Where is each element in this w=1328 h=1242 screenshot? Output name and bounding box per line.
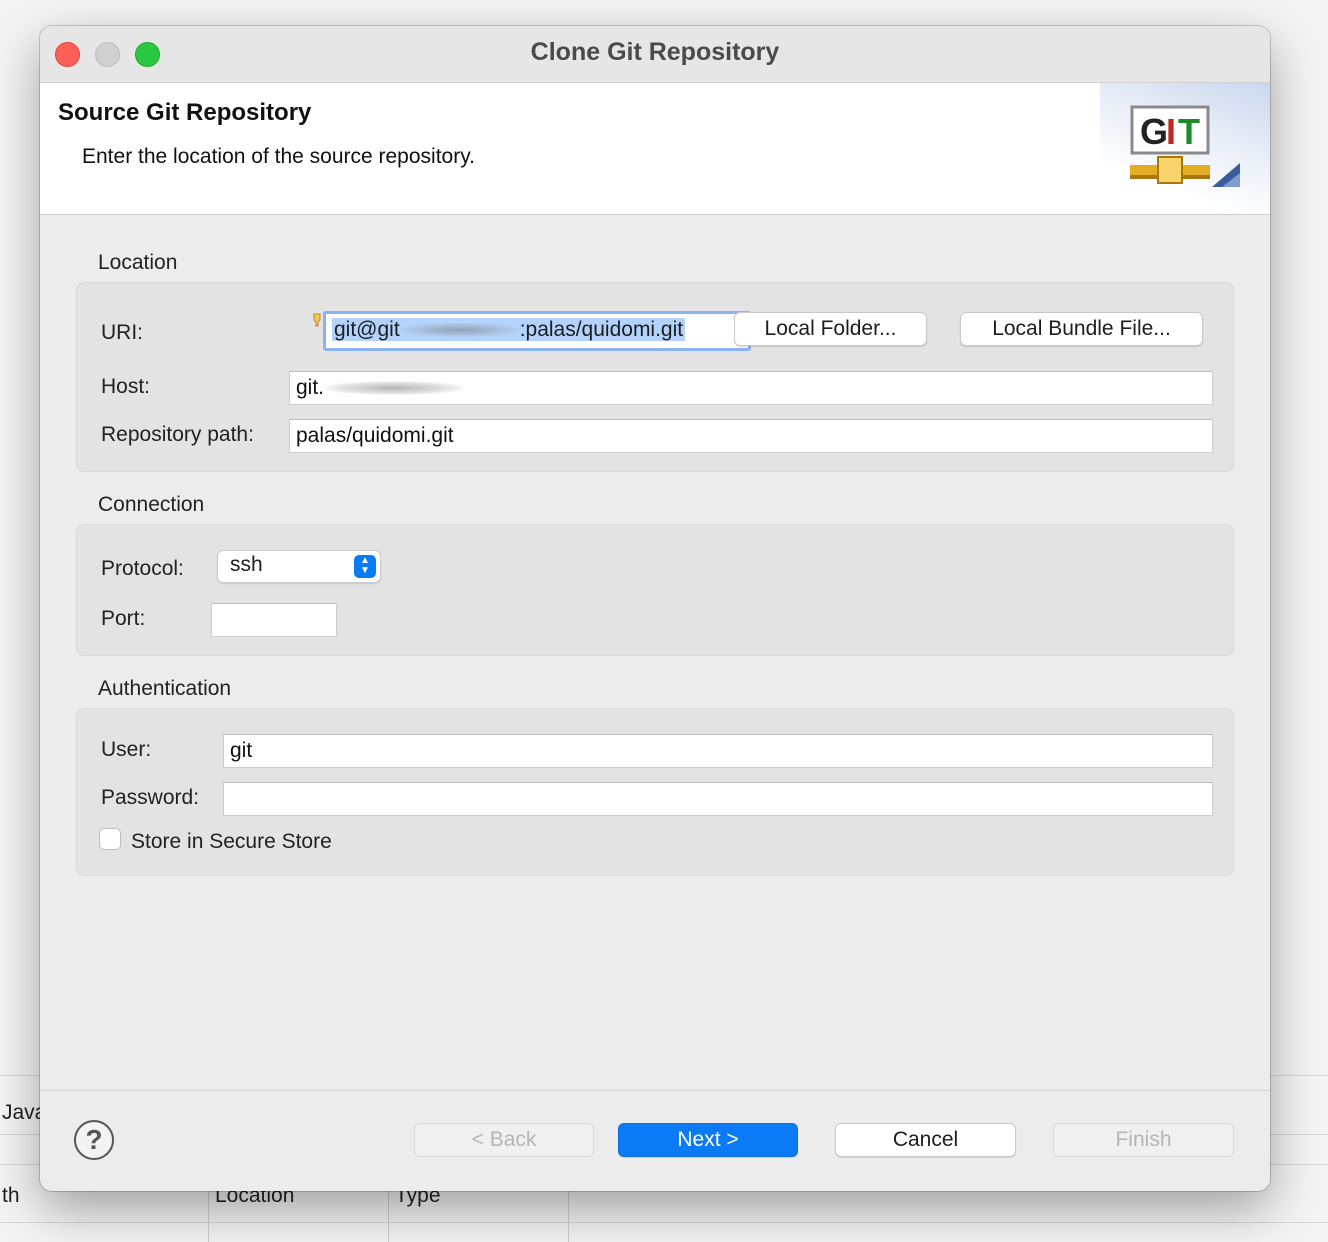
- authentication-group-label: Authentication: [98, 677, 232, 700]
- uri-value-prefix: git@git: [334, 318, 400, 341]
- location-group: URI: git@git :palas/quidomi.git Local Fol…: [76, 282, 1234, 472]
- repository-path-input[interactable]: palas/quidomi.git: [289, 419, 1213, 453]
- chevron-up-down-icon: ▲ ▼: [354, 555, 376, 578]
- uri-input[interactable]: git@git :palas/quidomi.git: [323, 311, 751, 351]
- uri-selected-text: git@git :palas/quidomi.git: [332, 318, 686, 341]
- local-bundle-file-button[interactable]: Local Bundle File...: [960, 312, 1203, 346]
- bg-divider: [0, 1222, 1328, 1223]
- redacted-blur: [399, 323, 520, 338]
- finish-button[interactable]: Finish: [1053, 1123, 1234, 1157]
- port-label: Port:: [101, 607, 146, 630]
- connection-group-label: Connection: [98, 493, 205, 516]
- banner-title: Source Git Repository: [58, 99, 312, 126]
- protocol-label: Protocol:: [101, 557, 184, 580]
- next-button[interactable]: Next >: [618, 1123, 798, 1157]
- host-label: Host:: [101, 375, 151, 398]
- local-folder-button[interactable]: Local Folder...: [734, 312, 927, 346]
- password-input[interactable]: [223, 782, 1213, 816]
- content-assist-icon: [313, 313, 321, 327]
- cancel-button[interactable]: Cancel: [835, 1123, 1016, 1157]
- bg-column-path[interactable]: th: [2, 1184, 20, 1208]
- repository-path-label: Repository path:: [101, 423, 254, 446]
- help-icon[interactable]: ?: [74, 1120, 114, 1160]
- back-button[interactable]: < Back: [414, 1123, 594, 1157]
- svg-text:G: G: [1140, 111, 1168, 152]
- banner-description: Enter the location of the source reposit…: [82, 145, 475, 168]
- host-value: git.: [296, 376, 325, 399]
- protocol-value: ssh: [230, 553, 263, 576]
- title-bar[interactable]: Clone Git Repository: [40, 26, 1270, 83]
- authentication-group: User: git Password: Store in Secure Stor…: [76, 708, 1234, 876]
- port-input[interactable]: [211, 603, 337, 637]
- svg-text:I: I: [1166, 111, 1176, 152]
- user-input[interactable]: git: [223, 734, 1213, 768]
- clone-git-dialog: Clone Git Repository Source Git Reposito…: [40, 26, 1270, 1191]
- svg-text:T: T: [1178, 111, 1200, 152]
- store-secure-checkbox[interactable]: [99, 828, 121, 850]
- store-secure-label[interactable]: Store in Secure Store: [131, 830, 332, 854]
- location-group-label: Location: [98, 251, 178, 274]
- protocol-select[interactable]: ssh ▲ ▼: [217, 550, 381, 583]
- redacted-blur: [324, 381, 465, 396]
- connection-group: Protocol: ssh ▲ ▼ Port:: [76, 524, 1234, 656]
- window-title: Clone Git Repository: [530, 38, 780, 66]
- git-logo-icon: G I T: [1130, 105, 1240, 187]
- host-input[interactable]: git.: [289, 371, 1213, 405]
- uri-value-suffix: :palas/quidomi.git: [519, 318, 684, 341]
- footer-divider: [40, 1090, 1270, 1091]
- wizard-banner: Source Git Repository Enter the location…: [40, 83, 1270, 215]
- password-label: Password:: [101, 786, 200, 809]
- uri-label: URI:: [101, 321, 143, 344]
- user-label: User:: [101, 738, 152, 761]
